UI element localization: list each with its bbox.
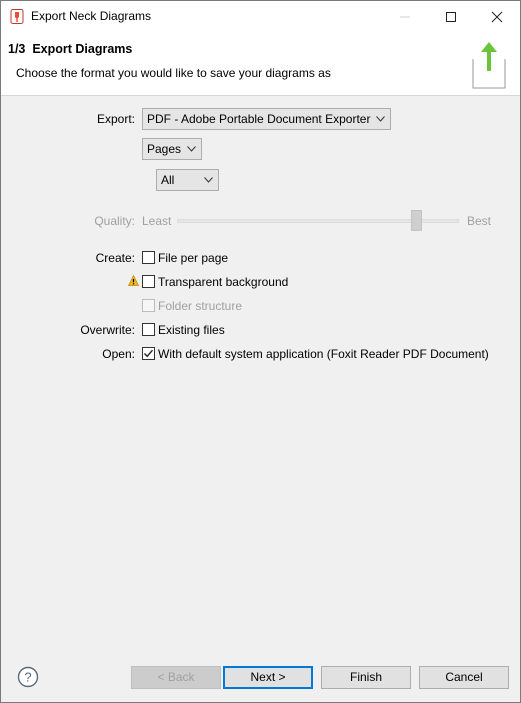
pages-value: All	[161, 173, 175, 187]
export-dialog: Export Neck Diagrams 1/3 Export Diagrams…	[0, 0, 521, 703]
file-per-page-checkbox[interactable]	[142, 251, 155, 264]
finish-button[interactable]: Finish	[321, 666, 411, 689]
chevron-down-icon	[204, 177, 213, 183]
chevron-down-icon	[187, 146, 196, 152]
folder-structure-checkbox[interactable]	[142, 299, 155, 312]
step-number: 1/3	[8, 42, 26, 56]
close-icon	[491, 11, 503, 22]
svg-text:?: ?	[24, 670, 31, 685]
quality-label: Quality:	[94, 214, 135, 228]
scope-select[interactable]: Pages	[142, 138, 202, 160]
create-label: Create:	[95, 251, 135, 265]
folder-structure-label[interactable]: Folder structure	[158, 299, 242, 313]
window-title: Export Neck Diagrams	[31, 9, 152, 23]
title-bar: Export Neck Diagrams	[1, 1, 520, 32]
quality-max-label: Best	[467, 214, 492, 228]
scope-value: Pages	[147, 142, 182, 156]
app-icon	[10, 9, 24, 24]
open-label: Open:	[102, 347, 135, 361]
checkmark-icon	[143, 349, 154, 358]
export-icon	[472, 42, 506, 89]
transparent-background-label[interactable]: Transparent background	[158, 275, 288, 289]
open-default-label[interactable]: With default system application (Foxit R…	[158, 347, 489, 361]
step-description: Choose the format you would like to save…	[16, 66, 331, 80]
transparent-background-checkbox[interactable]	[142, 275, 155, 288]
maximize-button[interactable]	[428, 1, 474, 32]
step-heading: 1/3 Export Diagrams	[8, 42, 132, 56]
minimize-button[interactable]	[382, 1, 428, 32]
step-title: Export Diagrams	[32, 42, 133, 56]
export-format-value: PDF - Adobe Portable Document Exporter	[147, 112, 371, 126]
minimize-icon	[400, 16, 410, 17]
file-per-page-label[interactable]: File per page	[158, 251, 228, 265]
export-format-select[interactable]: PDF - Adobe Portable Document Exporter	[142, 108, 391, 130]
export-label: Export:	[96, 112, 135, 126]
existing-files-label[interactable]: Existing files	[158, 323, 225, 337]
maximize-icon	[446, 11, 456, 22]
cancel-button[interactable]: Cancel	[419, 666, 509, 689]
quality-slider-thumb[interactable]	[411, 210, 422, 231]
close-button[interactable]	[474, 1, 520, 32]
quality-min-label: Least	[142, 214, 172, 228]
overwrite-label: Overwrite:	[80, 323, 135, 337]
pages-select[interactable]: All	[156, 169, 219, 191]
back-button[interactable]: < Back	[131, 666, 221, 689]
wizard-banner: 1/3 Export Diagrams Choose the format yo…	[1, 32, 520, 96]
open-default-checkbox[interactable]	[142, 347, 155, 360]
next-button[interactable]: Next >	[223, 666, 313, 689]
chevron-down-icon	[376, 116, 385, 122]
existing-files-checkbox[interactable]	[142, 323, 155, 336]
warning-icon	[128, 275, 139, 286]
help-icon[interactable]: ?	[17, 666, 39, 688]
